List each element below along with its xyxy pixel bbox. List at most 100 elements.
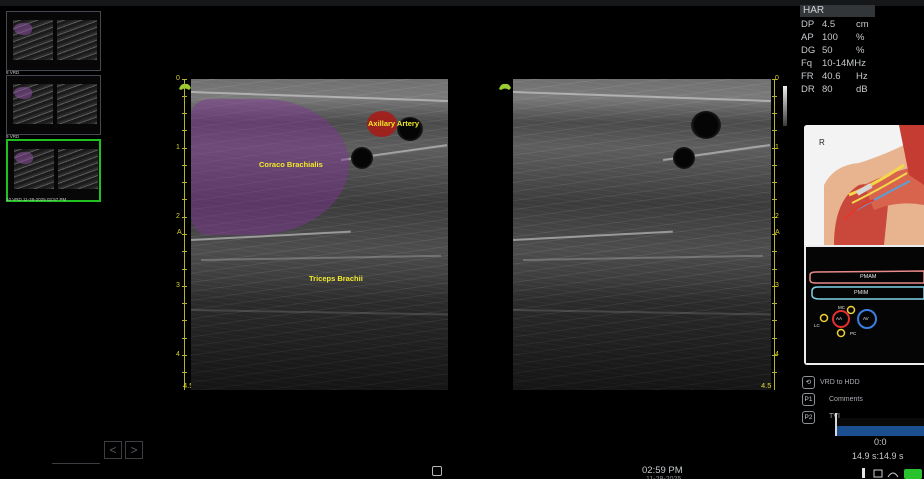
next-page-button[interactable]: > bbox=[125, 441, 143, 459]
cross-section-shapes bbox=[809, 270, 924, 338]
prev-page-button[interactable]: < bbox=[104, 441, 122, 459]
cine-frame-count: 0:0 bbox=[874, 437, 887, 447]
system-clock: 02:59 PM bbox=[642, 465, 683, 476]
vessel-hypoechoic bbox=[691, 111, 721, 139]
anatomy-guide-panel[interactable]: R PMAM PMIM MC AA AV LC PC bbox=[804, 125, 924, 365]
scale-tick bbox=[182, 355, 187, 356]
p2-key-icon[interactable]: P2 bbox=[802, 411, 815, 424]
param-unit: dB bbox=[856, 84, 868, 95]
scale-tick bbox=[182, 199, 187, 200]
scale-tick bbox=[182, 130, 187, 131]
scale-tick bbox=[772, 372, 777, 373]
depth-label: 1 bbox=[775, 144, 779, 151]
thumbnail-9[interactable] bbox=[6, 75, 101, 135]
param-value: 4.5 bbox=[822, 19, 836, 30]
depth-label: 2 bbox=[775, 213, 779, 220]
scale-tick bbox=[182, 113, 187, 114]
cine-position-marker[interactable] bbox=[835, 413, 837, 436]
param-row: DP 4.5 cm bbox=[801, 19, 911, 32]
cine-time: 14.9 s:14.9 s bbox=[852, 451, 904, 461]
depth-scale-right: 0 1 2 A 3 4 bbox=[771, 75, 780, 390]
depth-end-right: 4.5 bbox=[761, 381, 772, 390]
label-lc: LC bbox=[814, 323, 820, 328]
vessel-hypoechoic bbox=[673, 147, 695, 169]
scale-tick bbox=[182, 234, 187, 235]
label-aa: AA bbox=[836, 316, 843, 321]
thumbnail-10-selected[interactable] bbox=[6, 139, 101, 202]
param-key: DR bbox=[801, 84, 815, 95]
depth-label: 3 bbox=[775, 282, 779, 289]
param-row: Fq 10-14MHz bbox=[801, 58, 911, 71]
label-mc: MC bbox=[838, 305, 845, 310]
scale-tick bbox=[772, 303, 777, 304]
scale-tick bbox=[772, 251, 777, 252]
scale-tick bbox=[182, 286, 187, 287]
scale-tick bbox=[772, 113, 777, 114]
param-row: FR 40.6 Hz bbox=[801, 71, 911, 84]
scale-tick bbox=[772, 320, 777, 321]
thumbnail-8[interactable] bbox=[6, 11, 101, 71]
probe-orientation-icon bbox=[499, 83, 511, 90]
vessel-hypoechoic bbox=[351, 147, 373, 169]
scale-tick bbox=[182, 269, 187, 270]
ultrasound-image-right[interactable] bbox=[513, 79, 771, 390]
cross-section-diagram: PMAM PMIM MC AA AV LC PC bbox=[806, 247, 924, 363]
scale-tick bbox=[182, 320, 187, 321]
depth-label: 1 bbox=[176, 144, 180, 151]
scale-tick bbox=[182, 338, 187, 339]
param-unit: % bbox=[856, 32, 865, 43]
label-coraco-brachialis: Coraco Brachialis bbox=[259, 160, 323, 169]
label-pmam: PMAM bbox=[860, 274, 877, 280]
p1-key-icon[interactable]: P1 bbox=[802, 393, 815, 406]
top-bar bbox=[0, 0, 924, 6]
param-key: AP bbox=[801, 32, 814, 43]
thumb-image-right bbox=[57, 84, 97, 124]
thumb-overlay bbox=[15, 152, 33, 164]
vrd-to-hdd-button[interactable]: VRD to HDD bbox=[820, 379, 860, 386]
deep-shadow bbox=[191, 279, 448, 390]
param-value: 40.6 bbox=[822, 71, 841, 82]
vrd-to-hdd-icon[interactable]: ⟲ bbox=[802, 376, 815, 389]
cine-progress-bar[interactable] bbox=[835, 426, 924, 436]
depth-label: 3 bbox=[176, 282, 180, 289]
scale-tick bbox=[182, 303, 187, 304]
thumbnail-caption: 10 VRD 11-28-2025 02:57 PM bbox=[6, 197, 67, 202]
preset-label: HAR bbox=[800, 5, 875, 17]
label-pc: PC bbox=[850, 331, 857, 336]
param-unit: % bbox=[856, 45, 865, 56]
scale-focus-letter: A bbox=[177, 229, 182, 236]
label-axillary-artery: Axillary Artery bbox=[368, 119, 419, 128]
scale-tick bbox=[772, 199, 777, 200]
scale-tick bbox=[182, 372, 187, 373]
param-key: Fq bbox=[801, 58, 813, 69]
scale-tick bbox=[772, 96, 777, 97]
param-value: 100 bbox=[822, 32, 838, 43]
ultrasound-image-left[interactable]: Coraco Brachialis Axillary Artery Tricep… bbox=[191, 79, 448, 390]
scale-tick bbox=[182, 182, 187, 183]
scale-tick bbox=[772, 165, 777, 166]
scale-tick bbox=[772, 269, 777, 270]
param-value: 80 bbox=[822, 84, 833, 95]
param-row: AP 100% bbox=[801, 32, 911, 45]
gray-map-bar bbox=[783, 86, 787, 126]
scale-tick bbox=[772, 182, 777, 183]
probe-icon[interactable] bbox=[432, 466, 442, 476]
depth-label: 4 bbox=[775, 351, 779, 358]
label-av: AV bbox=[863, 316, 869, 321]
param-unit: Hz bbox=[856, 71, 868, 82]
guide-side-letter: R bbox=[819, 138, 825, 147]
scale-tick bbox=[182, 96, 187, 97]
label-triceps-brachii: Triceps Brachii bbox=[309, 274, 363, 283]
thumb-image-right bbox=[58, 149, 98, 189]
param-row: DR 80 dB bbox=[801, 84, 911, 97]
scale-tick bbox=[772, 130, 777, 131]
bottom-divider bbox=[52, 463, 100, 464]
param-key: DP bbox=[801, 19, 815, 30]
param-value: 50 bbox=[822, 45, 833, 56]
param-row: DG 50% bbox=[801, 45, 911, 58]
p1-comments-button[interactable]: Comments bbox=[829, 396, 863, 403]
depth-scale-left: 0 1 2 A 3 4 bbox=[176, 75, 189, 390]
scale-focus-letter: A bbox=[775, 229, 780, 236]
depth-label: 0 bbox=[176, 75, 180, 82]
scale-tick bbox=[182, 217, 187, 218]
